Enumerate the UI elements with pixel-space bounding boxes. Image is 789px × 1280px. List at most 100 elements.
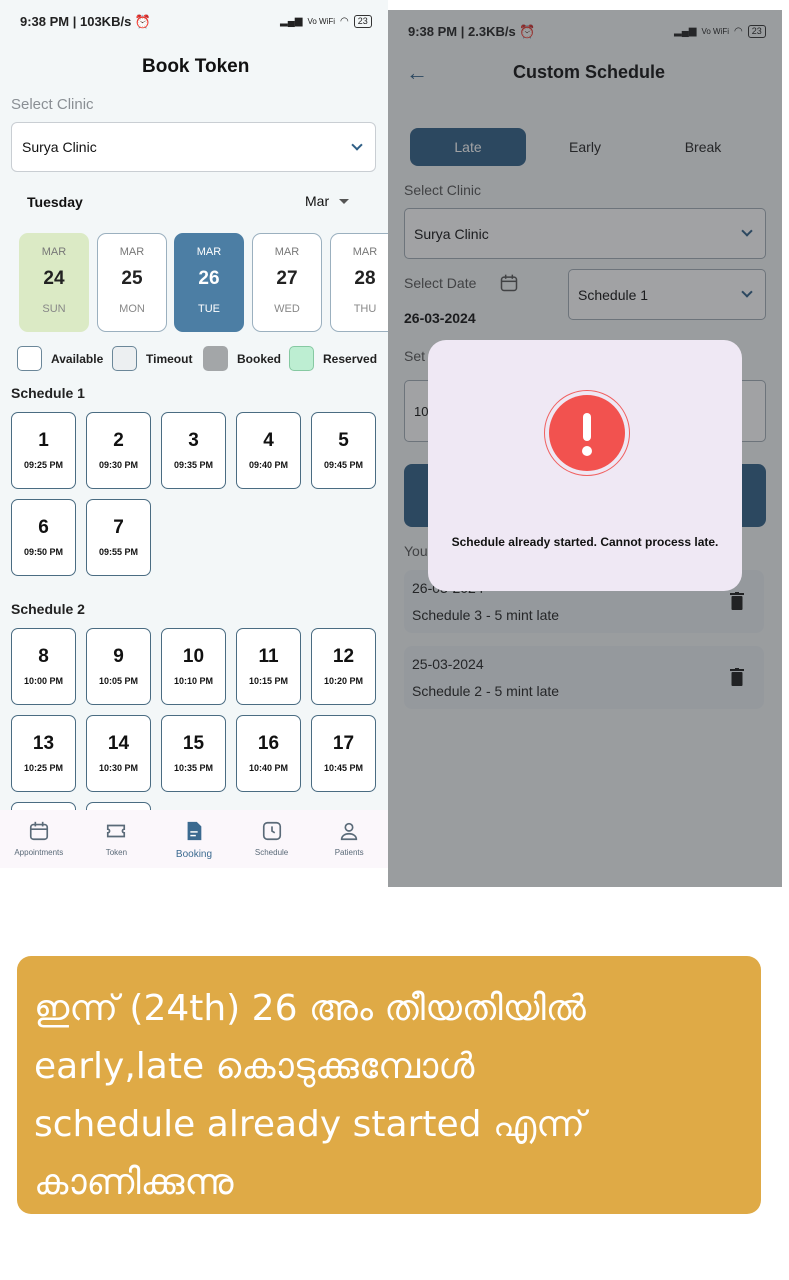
caption-box: ഇന്ന് (24th) 26 അം തീയതിയിൽ early,late ക… [17,956,761,1214]
date-chip-24[interactable]: MAR 24 SUN [19,233,89,332]
token-2[interactable]: 2 09:30 PM [86,412,151,489]
chevron-down-icon [351,139,363,151]
error-dialog: Schedule already started. Cannot process… [428,340,742,591]
status-icons: ▂▄▆ Vo WiFi ◠ 23 [280,15,372,28]
nav-booking[interactable]: Booking [155,810,233,868]
date-chip-25[interactable]: MAR 25 MON [97,233,167,332]
vowifi-label: Vo WiFi [307,17,336,26]
token-time: 09:30 PM [98,460,139,470]
token-5[interactable]: 5 09:45 PM [311,412,376,489]
token-time: 10:35 PM [173,763,214,773]
month-select[interactable]: Mar [305,193,350,209]
legend-swatch [17,346,42,371]
token-12[interactable]: 12 10:20 PM [311,628,376,705]
token-1[interactable]: 1 09:25 PM [11,412,76,489]
token-number: 17 [332,733,355,754]
token-time: 10:05 PM [98,676,139,686]
legend-booked: Booked [203,346,281,371]
token-time: 10:00 PM [23,676,64,686]
exclamation-dot [582,446,592,456]
token-number: 3 [188,430,199,451]
date-weekday: WED [274,303,300,315]
nav-label: Booking [175,849,213,860]
token-time: 09:50 PM [23,547,64,557]
token-8[interactable]: 8 10:00 PM [11,628,76,705]
month-value: Mar [305,193,330,209]
nav-label: Appointments [14,848,64,857]
token-4[interactable]: 4 09:40 PM [236,412,301,489]
token-number: 10 [182,646,205,667]
token-time: 10:20 PM [323,676,364,686]
nav-appointments[interactable]: Appointments [0,810,78,868]
schedule-1-title: Schedule 1 [11,385,85,401]
token-number: 15 [182,733,205,754]
nav-label: Schedule [254,848,289,857]
token-14[interactable]: 14 10:30 PM [86,715,151,792]
date-chip-28[interactable]: MAR 28 THU [330,233,388,332]
token-number: 8 [38,646,49,667]
select-clinic-label: Select Clinic [11,96,94,113]
token-15[interactable]: 15 10:35 PM [161,715,226,792]
caption-line-3: schedule already started എന്ന് [34,1104,585,1145]
date-month: MAR [41,246,67,258]
token-time: 09:25 PM [23,460,64,470]
token-time: 10:40 PM [248,763,289,773]
token-11[interactable]: 11 10:15 PM [236,628,301,705]
token-16[interactable]: 16 10:40 PM [236,715,301,792]
token-time: 10:45 PM [323,763,364,773]
token-number: 16 [257,733,280,754]
date-number: 25 [121,268,143,289]
date-number: 28 [354,268,376,289]
legend-swatch [289,346,314,371]
date-weekday: TUE [198,303,220,315]
date-chip-26[interactable]: MAR 26 TUE [174,233,244,332]
nav-patients[interactable]: Patients [310,810,388,868]
token-17[interactable]: 17 10:45 PM [311,715,376,792]
legend-label: Reserved [323,351,378,366]
nav-schedule[interactable]: Schedule [233,810,311,868]
date-number: 26 [198,268,220,289]
nav-token[interactable]: Token [78,810,156,868]
token-9[interactable]: 9 10:05 PM [86,628,151,705]
nav-label: Patients [334,848,364,857]
battery-icon: 23 [353,15,372,28]
date-weekday: MON [119,303,145,315]
token-number: 13 [32,733,55,754]
caption-line-1: ഇന്ന് (24th) 26 അം തീയതിയിൽ [34,988,586,1029]
signal-icon: ▂▄▆ [280,16,303,27]
token-number: 9 [113,646,124,667]
book-token-screen: 9:38 PM | 103KB/s ⏰ ▂▄▆ Vo WiFi ◠ 23 Boo… [0,0,388,868]
legend-swatch [112,346,137,371]
clinic-select[interactable]: Surya Clinic [11,122,376,172]
token-number: 4 [263,430,274,451]
caret-down-icon [339,198,350,204]
token-time: 09:55 PM [98,547,139,557]
token-time: 10:25 PM [23,763,64,773]
legend-label: Timeout [146,351,193,366]
token-10[interactable]: 10 10:10 PM [161,628,226,705]
legend-swatch [203,346,228,371]
date-number: 27 [276,268,298,289]
token-number: 14 [107,733,130,754]
token-time: 09:45 PM [323,460,364,470]
token-3[interactable]: 3 09:35 PM [161,412,226,489]
alert-icon-ring [544,390,630,476]
token-number: 5 [338,430,349,451]
token-7[interactable]: 7 09:55 PM [86,499,151,576]
caption-line-4: കാണിക്കുന്നു [34,1162,234,1203]
exclamation-bar [583,413,591,441]
date-chip-27[interactable]: MAR 27 WED [252,233,322,332]
clock-icon [262,821,281,841]
nav-label: Token [105,848,128,857]
token-13[interactable]: 13 10:25 PM [11,715,76,792]
token-number: 1 [38,430,49,451]
date-month: MAR [196,246,222,258]
status-time: 9:38 PM | 103KB/s ⏰ [20,14,152,29]
token-6[interactable]: 6 09:50 PM [11,499,76,576]
token-time: 09:35 PM [173,460,214,470]
legend-available: Available [17,346,103,371]
token-time: 09:40 PM [248,460,289,470]
date-number: 24 [43,268,65,289]
calendar-icon [29,821,48,841]
date-month: MAR [352,246,378,258]
